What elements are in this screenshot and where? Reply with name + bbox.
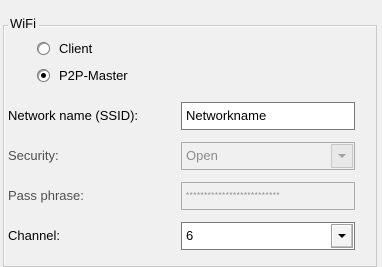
radio-label-client: Client (59, 40, 93, 56)
radio-client[interactable]: Client (37, 39, 92, 57)
channel-dropdown-button[interactable] (331, 224, 353, 248)
security-dropdown[interactable]: Open (181, 142, 355, 170)
chevron-down-icon (338, 154, 346, 158)
security-dropdown-button[interactable] (331, 144, 353, 168)
pass-phrase-label: Pass phrase: (8, 188, 84, 203)
radio-button-selected[interactable] (37, 68, 50, 82)
channel-label: Channel: (8, 228, 61, 243)
channel-value: 6 (186, 228, 194, 243)
security-label: Security: (8, 148, 59, 163)
pass-phrase-input[interactable]: ************************** (181, 182, 355, 210)
chevron-down-icon (338, 234, 346, 238)
radio-label-p2p-master: P2P-Master (59, 67, 128, 83)
radio-button[interactable] (37, 41, 50, 55)
radio-dot-icon (41, 72, 46, 78)
security-value: Open (186, 148, 218, 163)
network-name-label: Network name (SSID): (8, 108, 139, 123)
radio-p2p-master[interactable]: P2P-Master (37, 66, 128, 84)
network-name-input[interactable]: Networkname (181, 102, 355, 130)
channel-dropdown[interactable]: 6 (181, 222, 355, 250)
group-title: WiFi (8, 16, 39, 32)
